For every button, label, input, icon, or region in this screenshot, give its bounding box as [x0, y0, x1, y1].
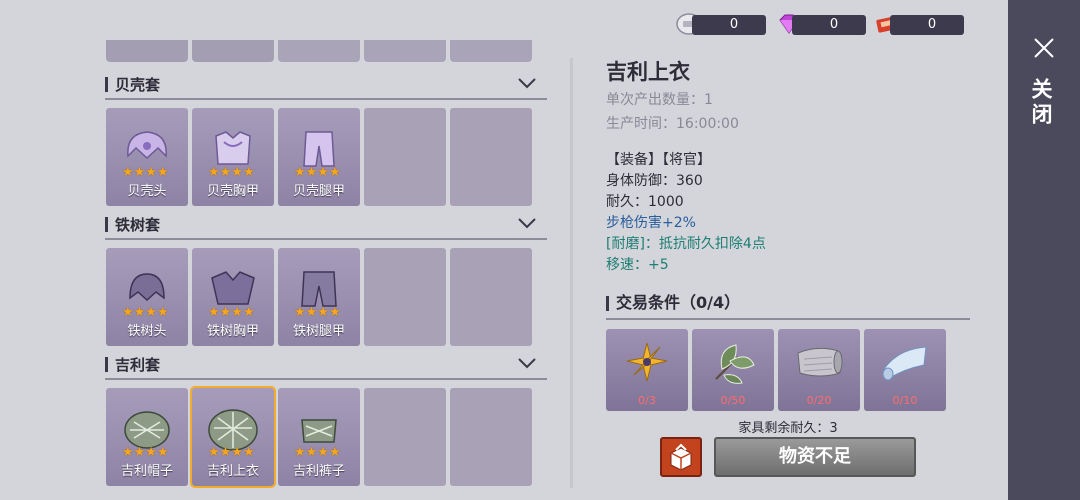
- gift-box-icon: [670, 443, 692, 471]
- close-icon[interactable]: [1032, 36, 1056, 60]
- stat-wear-resist: [耐磨]：抵抗耐久扣除4点: [606, 236, 766, 252]
- stat-move-speed: 移速：+5: [606, 257, 669, 273]
- header-divider: [105, 378, 547, 380]
- prev-row-slot[interactable]: [278, 40, 360, 62]
- item-label: 铁树胸甲: [206, 324, 259, 339]
- material-slot[interactable]: 0/10: [864, 329, 946, 411]
- item-label: 贝壳胸甲: [206, 184, 259, 199]
- item-label: 铁树腿甲: [292, 324, 345, 339]
- header-divider: [105, 238, 547, 240]
- prev-row-slot[interactable]: [192, 40, 274, 62]
- item-slot[interactable]: ★★★★ 吉利帽子: [106, 388, 188, 486]
- output-quantity: 单次产出数量：1: [606, 92, 713, 108]
- item-slot-selected[interactable]: ★★★★ 吉利上衣: [190, 386, 276, 488]
- star-rating: ★★★★: [294, 165, 341, 180]
- header-bar: [105, 77, 108, 92]
- item-label: 吉利帽子: [120, 464, 173, 479]
- set-header-shell[interactable]: 贝壳套: [105, 74, 547, 100]
- item-slot[interactable]: ★★★★ 贝壳胸甲: [192, 108, 274, 206]
- star-rating: ★★★★: [208, 445, 255, 460]
- blue-fabric-icon: [882, 346, 927, 381]
- furniture-durability: 家具剩余耐久：3: [738, 421, 838, 436]
- item-label: 吉利上衣: [206, 464, 259, 479]
- header-bar: [606, 296, 609, 311]
- item-slot[interactable]: ★★★★ 铁树头: [106, 248, 188, 346]
- item-detail-panel: 吉利上衣 单次产出数量：1 生产时间：16:00:00 【装备】【将官】 身体防…: [606, 56, 986, 500]
- material-slot[interactable]: 0/3: [606, 329, 688, 411]
- header-divider: [606, 318, 970, 320]
- empty-slot[interactable]: [450, 388, 532, 486]
- stat-defense: 身体防御：360: [606, 173, 703, 189]
- chevron-down-icon[interactable]: [517, 76, 537, 90]
- item-label: 贝壳头: [127, 184, 167, 199]
- star-rating: ★★★★: [294, 445, 341, 460]
- material-count: 0/3: [638, 394, 656, 407]
- empty-slot[interactable]: [450, 248, 532, 346]
- set-name: 铁树套: [115, 216, 161, 234]
- set-header-jili[interactable]: 吉利套: [105, 354, 547, 380]
- production-time: 生产时间：16:00:00: [606, 116, 739, 132]
- empty-slot[interactable]: [364, 248, 446, 346]
- insufficient-materials-button[interactable]: 物资不足: [714, 437, 916, 477]
- header-bar: [105, 217, 108, 232]
- star-rating: ★★★★: [122, 445, 169, 460]
- close-label[interactable]: 关闭: [1029, 78, 1056, 128]
- currency-ticket-value: 0: [890, 15, 964, 35]
- prev-row-slot[interactable]: [106, 40, 188, 62]
- material-slot[interactable]: 0/50: [692, 329, 774, 411]
- header-bar: [105, 357, 108, 372]
- empty-slot[interactable]: [364, 108, 446, 206]
- prev-row-slot[interactable]: [364, 40, 446, 62]
- equipment-set-list[interactable]: 贝壳套 ★★★★ 贝壳头 ★★★★ 贝壳胸甲 ★★★★ 贝壳腿甲 铁树套 ★★★…: [100, 40, 560, 500]
- set-name: 吉利套: [115, 356, 161, 374]
- trade-title: 交易条件（0/4）: [616, 293, 741, 312]
- item-slot[interactable]: ★★★★ 铁树胸甲: [192, 248, 274, 346]
- golden-flower-icon: [626, 342, 668, 382]
- chevron-down-icon[interactable]: [517, 356, 537, 370]
- item-slot[interactable]: ★★★★ 铁树腿甲: [278, 248, 360, 346]
- empty-slot[interactable]: [450, 108, 532, 206]
- item-label: 吉利裤子: [292, 464, 345, 479]
- item-slot[interactable]: ★★★★ 贝壳腿甲: [278, 108, 360, 206]
- header-divider: [105, 98, 547, 100]
- stat-durability: 耐久：1000: [606, 194, 684, 210]
- leaf-icon: [715, 344, 755, 384]
- empty-slot[interactable]: [364, 388, 446, 486]
- currency-gem-value: 0: [792, 15, 866, 35]
- item-tags: 【装备】【将官】: [606, 152, 711, 168]
- chevron-down-icon[interactable]: [517, 216, 537, 230]
- star-rating: ★★★★: [208, 305, 255, 320]
- item-slot[interactable]: ★★★★ 贝壳头: [106, 108, 188, 206]
- star-rating: ★★★★: [122, 305, 169, 320]
- material-count: 0/20: [806, 394, 832, 407]
- trade-conditions-header: 交易条件（0/4）: [606, 292, 970, 320]
- stat-rifle-damage: 步枪伤害+2%: [606, 215, 696, 231]
- prev-row-slot[interactable]: [450, 40, 532, 62]
- crafting-box-button[interactable]: [660, 437, 702, 477]
- material-count: 0/50: [720, 394, 746, 407]
- star-rating: ★★★★: [122, 165, 169, 180]
- currency-silver-value: 0: [692, 15, 766, 35]
- close-panel[interactable]: 关闭: [1008, 0, 1080, 500]
- material-slot[interactable]: 0/20: [778, 329, 860, 411]
- set-name: 贝壳套: [115, 76, 161, 94]
- cloth-roll-icon: [797, 347, 843, 377]
- panel-divider: [570, 58, 573, 488]
- item-title: 吉利上衣: [606, 60, 690, 84]
- item-label: 铁树头: [127, 324, 167, 339]
- item-label: 贝壳腿甲: [292, 184, 345, 199]
- item-slot[interactable]: ★★★★ 吉利裤子: [278, 388, 360, 486]
- star-rating: ★★★★: [294, 305, 341, 320]
- set-header-irontree[interactable]: 铁树套: [105, 214, 547, 240]
- material-count: 0/10: [892, 394, 918, 407]
- star-rating: ★★★★: [208, 165, 255, 180]
